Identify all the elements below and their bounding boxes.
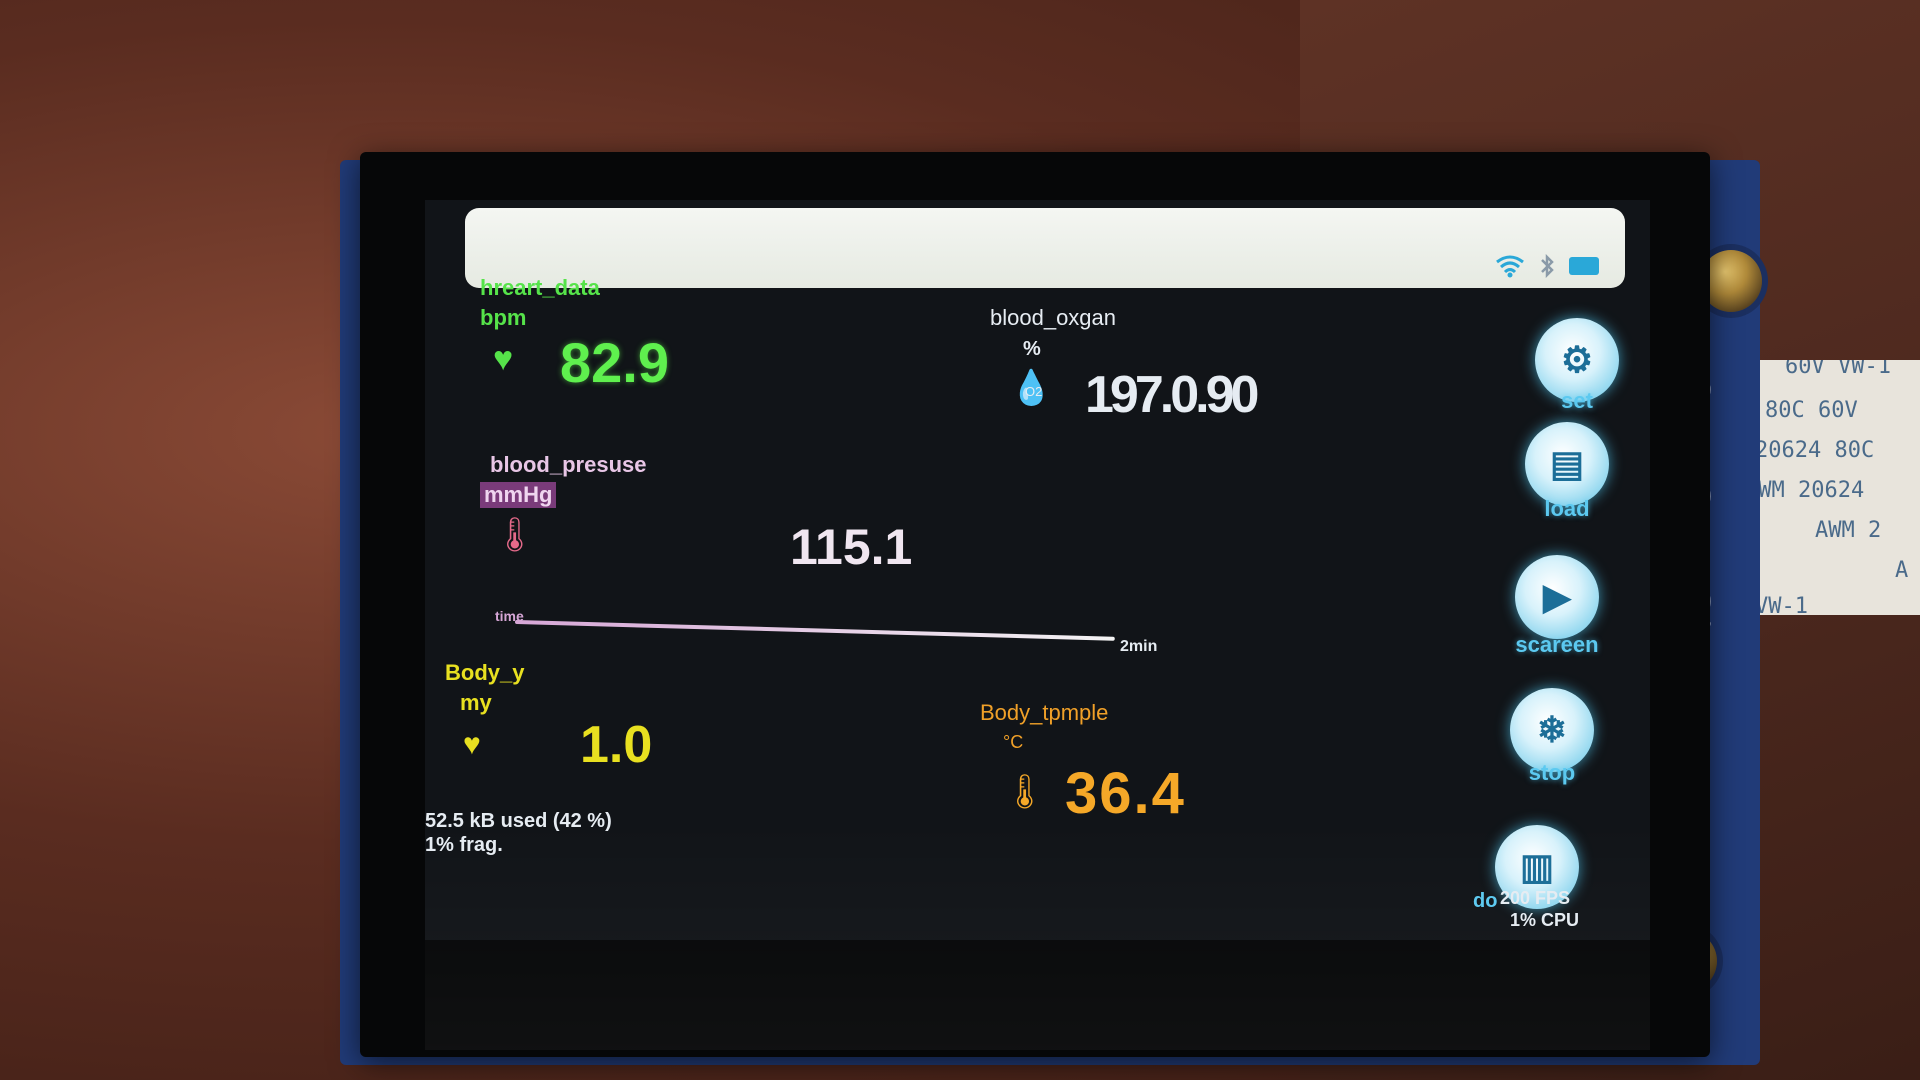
ribbon-text: AWM 20624 — [1745, 478, 1865, 503]
folder-icon: ▥ — [1519, 846, 1554, 887]
load-button[interactable]: ▤ — [1525, 422, 1609, 506]
heart-unit: bpm — [480, 305, 527, 330]
ribbon-text: 80C 60V — [1765, 398, 1858, 423]
document-icon: ▤ — [1549, 443, 1584, 484]
time-end-label: 2min — [1120, 638, 1158, 655]
status-bar — [465, 208, 1625, 288]
document-label: do — [1473, 890, 1498, 912]
heart-value: 82.9 — [560, 331, 669, 394]
cpu-usage: 1% CPU — [1510, 910, 1580, 930]
oxygen-title: blood_oxgan — [990, 305, 1117, 330]
lcd-screen: hreart_data bpm ♥ 82.9 blood_oxgan % 💧 O… — [425, 200, 1650, 940]
body-title: Body_y — [445, 660, 525, 685]
memory-frag: 1% frag. — [425, 834, 503, 856]
pressure-unit: mmHg — [480, 482, 557, 508]
body-unit: my — [460, 690, 492, 715]
oxygen-unit: % — [1023, 338, 1041, 360]
temp-value: 36.4 — [1065, 761, 1186, 826]
body-value: 1.0 — [580, 716, 653, 774]
body-heart-icon: ♥ — [463, 728, 481, 761]
time-slider[interactable] — [514, 620, 1115, 641]
temp-title: Body_tpmple — [980, 700, 1109, 725]
screen-button[interactable]: ▶ — [1515, 555, 1599, 639]
wifi-icon — [1496, 255, 1524, 278]
oxygen-icon-label: O2 — [1025, 384, 1043, 399]
ribbon-text: 60V VW-1 — [1785, 360, 1891, 379]
thermometer-icon: 🌡 — [493, 516, 537, 554]
pressure-value: 115.1 — [790, 519, 913, 575]
ribbon-text: A — [1895, 558, 1909, 583]
temp-unit: °C — [1003, 732, 1024, 752]
temp-thermometer-icon: 🌡 — [1003, 773, 1047, 811]
settings-label: set — [1561, 388, 1593, 413]
battery-icon — [1569, 257, 1599, 275]
screen-label: scareen — [1515, 632, 1599, 657]
snowflake-icon: ❄ — [1536, 709, 1568, 750]
ribbon-text: 20624 80C — [1755, 438, 1875, 463]
bluetooth-icon — [1541, 254, 1554, 278]
load-label: load — [1544, 496, 1590, 521]
fps-counter: 200 FPS — [1500, 888, 1571, 908]
status-icons — [1495, 254, 1599, 278]
memory-used: 52.5 kB used (42 %) — [425, 810, 612, 832]
ribbon-cable: 60V VW-1 80C 60V 20624 80C AWM 20624 AWM… — [1745, 360, 1920, 615]
ribbon-text: VW-1 — [1755, 594, 1808, 615]
heart-title: hreart_data — [480, 275, 600, 300]
stop-label: stop — [1528, 760, 1576, 785]
gear-icon: ⚙ — [1560, 339, 1594, 380]
play-icon: ▶ — [1543, 576, 1571, 617]
pressure-title: blood_presuse — [490, 452, 647, 477]
oxygen-value: 197.0.90 — [1085, 366, 1259, 424]
heart-icon: ♥ — [493, 340, 514, 378]
ribbon-text: AWM 2 — [1815, 518, 1882, 543]
